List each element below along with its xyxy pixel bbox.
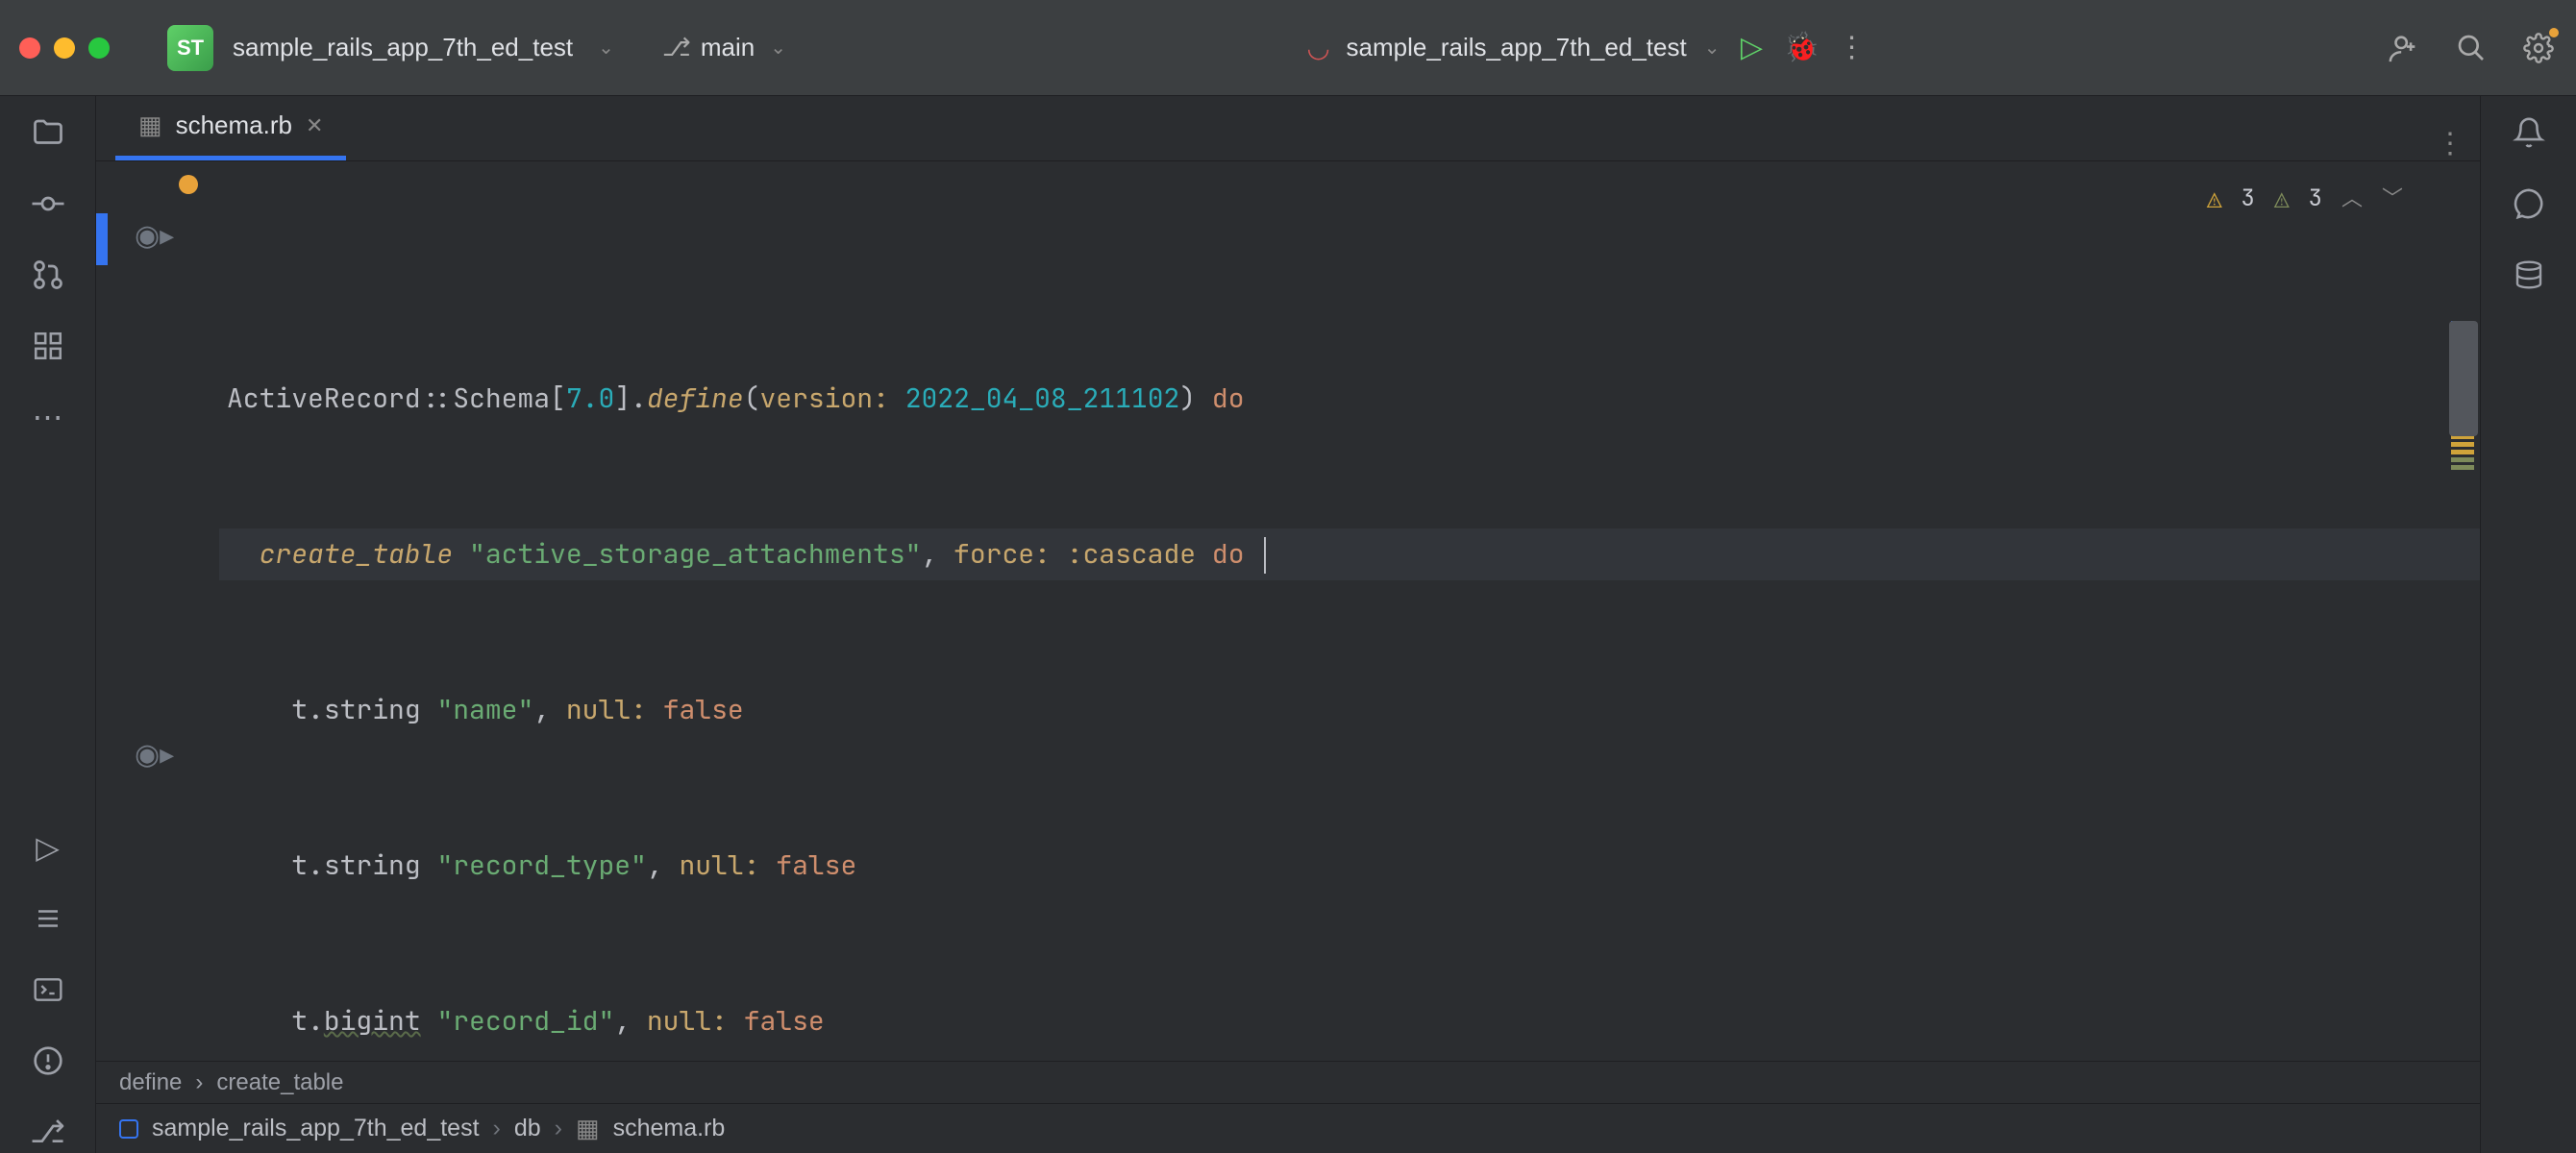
tab-options-icon[interactable]: ⋮ (2436, 127, 2465, 160)
project-badge: ST (167, 25, 213, 71)
code-editor[interactable]: ◉▸ ◉▸ ⚠ 3 ⚠ 3 ︿ ﹀ ActiveRecord::Schema[7.0… (96, 161, 2480, 1061)
code-line: t.string "record_type", null: false (219, 840, 2480, 892)
database-tool-icon[interactable] (2508, 254, 2550, 296)
terminal-tool-icon[interactable] (27, 969, 69, 1011)
warning-icon: ⚠ (2207, 173, 2222, 225)
debug-button[interactable]: 🐞 (1783, 30, 1820, 66)
todo-icon[interactable] (27, 897, 69, 940)
problems-indicator[interactable]: ⚠ 3 ⚠ 3 ︿ ﹀ (2207, 173, 2403, 225)
code-content[interactable]: ⚠ 3 ⚠ 3 ︿ ﹀ ActiveRecord::Schema[7.0].defi… (219, 161, 2480, 1061)
vcs-branch-widget[interactable]: ⎇ main ⌄ (662, 33, 786, 62)
navbar-separator: › (555, 1115, 562, 1142)
navbar-item[interactable]: schema.rb (613, 1115, 726, 1142)
chevron-down-icon[interactable]: ⌄ (598, 36, 614, 60)
editor-gutter[interactable]: ◉▸ ◉▸ (96, 161, 219, 1061)
navbar-item[interactable]: db (514, 1115, 541, 1142)
gutter-method-icon[interactable]: ◉▸ (135, 738, 174, 772)
breadcrumb-item[interactable]: define (119, 1069, 182, 1096)
project-name[interactable]: sample_rails_app_7th_ed_test (233, 33, 573, 62)
code-line: t.string "name", null: false (219, 684, 2480, 736)
project-tool-icon[interactable] (27, 111, 69, 154)
more-actions-button[interactable]: ⋮ (1833, 30, 1870, 66)
run-tool-icon[interactable]: ▷ (27, 826, 69, 869)
search-icon[interactable] (2453, 30, 2489, 66)
vcs-tool-icon[interactable]: ⎇ (27, 1111, 69, 1153)
run-config-name: sample_rails_app_7th_ed_test (1347, 33, 1687, 62)
titlebar: ST sample_rails_app_7th_ed_test ⌄ ⎇ main… (0, 0, 2576, 96)
navbar-item[interactable]: sample_rails_app_7th_ed_test (152, 1115, 480, 1142)
minimize-window-button[interactable] (54, 37, 75, 59)
close-tab-icon[interactable]: ✕ (306, 113, 323, 138)
modified-line-marker (96, 213, 108, 265)
right-tool-rail (2480, 96, 2576, 1153)
gutter-method-icon[interactable]: ◉▸ (135, 219, 174, 253)
navbar-separator: › (493, 1115, 501, 1142)
navigation-bar[interactable]: sample_rails_app_7th_ed_test › db › ▦ sc… (96, 1103, 2480, 1153)
database-file-icon: ▦ (576, 1114, 600, 1143)
prev-problem-icon[interactable]: ︿ (2341, 173, 2363, 225)
next-problem-icon[interactable]: ﹀ (2382, 173, 2403, 225)
chevron-down-icon: ⌄ (1704, 36, 1721, 60)
structure-tool-icon[interactable] (27, 325, 69, 367)
problems-tool-icon[interactable] (27, 1040, 69, 1082)
left-tool-rail: ⋯ ▷ ⎇ (0, 96, 96, 1153)
code-with-me-icon[interactable] (2386, 30, 2422, 66)
code-line: t.bigint "record_id", null: false (219, 995, 2480, 1047)
vertical-scrollbar[interactable] (2445, 161, 2480, 1061)
ai-assistant-icon[interactable] (2508, 183, 2550, 225)
close-window-button[interactable] (19, 37, 40, 59)
scrollbar-thumb[interactable] (2449, 321, 2478, 436)
breadcrumb-separator: › (195, 1069, 203, 1096)
run-button[interactable]: ▷ (1733, 30, 1770, 66)
pull-requests-icon[interactable] (27, 254, 69, 296)
warning-gutter-mark[interactable] (179, 175, 198, 194)
maximize-window-button[interactable] (88, 37, 110, 59)
chevron-down-icon: ⌄ (770, 36, 786, 60)
database-file-icon: ▦ (138, 110, 162, 140)
text-cursor (1264, 537, 1266, 574)
breadcrumb-item[interactable]: create_table (216, 1069, 343, 1096)
window-controls (19, 37, 110, 59)
commit-tool-icon[interactable] (27, 183, 69, 225)
tab-filename: schema.rb (176, 110, 292, 140)
branch-name: main (701, 33, 755, 62)
code-line: create_table "active_storage_attachments… (219, 528, 2480, 580)
module-icon (119, 1119, 138, 1139)
weak-warning-icon: ⚠ (2274, 173, 2290, 225)
warning-count: 3 (2242, 173, 2255, 225)
editor-tabs: ▦ schema.rb ✕ ⋮ (96, 96, 2480, 161)
notifications-icon[interactable] (2508, 111, 2550, 154)
settings-icon[interactable] (2520, 30, 2557, 66)
weak-warning-count: 3 (2309, 173, 2322, 225)
run-configuration-selector[interactable]: ◡ sample_rails_app_7th_ed_test ⌄ (1302, 32, 1721, 64)
code-breadcrumb[interactable]: define › create_table (96, 1061, 2480, 1103)
code-line: ActiveRecord::Schema[7.0].define(version… (219, 373, 2480, 425)
rails-icon: ◡ (1302, 32, 1335, 64)
branch-icon: ⎇ (662, 33, 691, 62)
file-tab-schema[interactable]: ▦ schema.rb ✕ (115, 96, 346, 160)
more-tools-icon[interactable]: ⋯ (27, 396, 69, 438)
